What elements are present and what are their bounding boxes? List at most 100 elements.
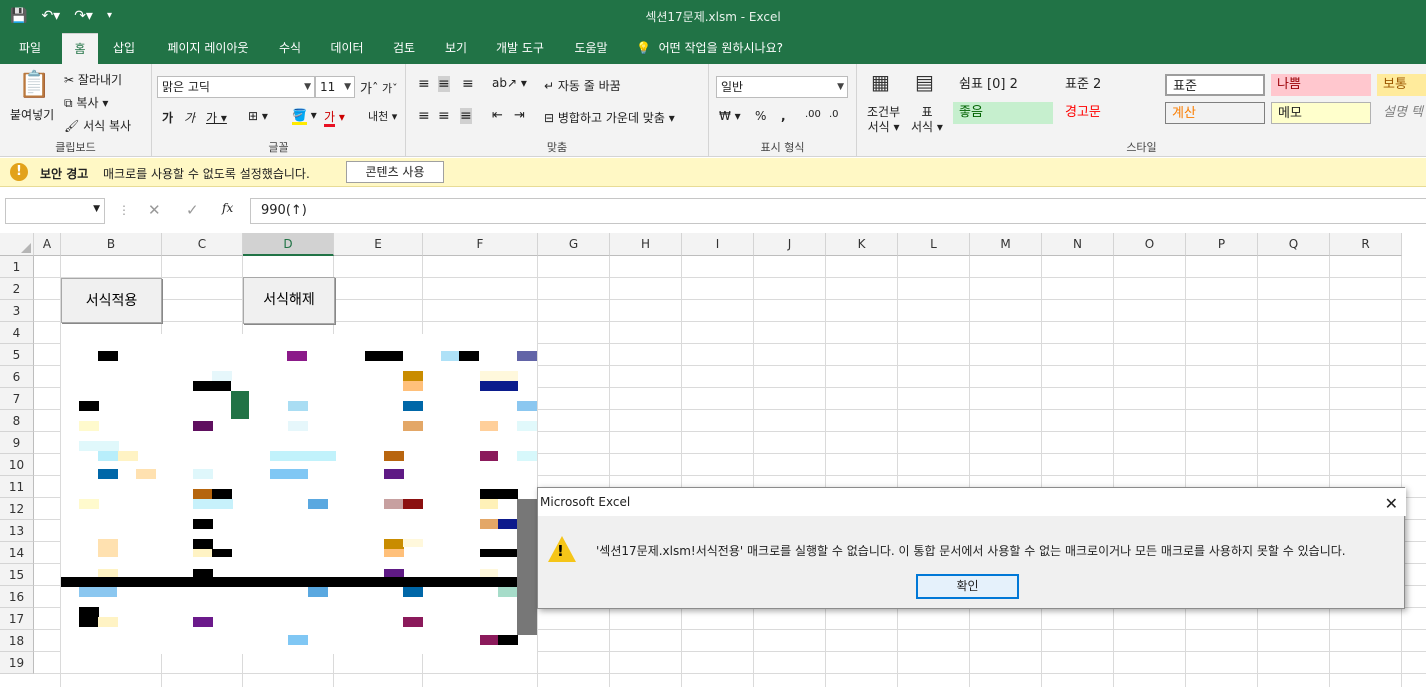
percent-icon[interactable]: % (755, 109, 766, 123)
wrap-text-button[interactable]: ↵ 자동 줄 바꿈 (544, 77, 621, 94)
formula-input[interactable]: 990(↑) (250, 198, 1426, 224)
column-header-l[interactable]: L (898, 233, 970, 256)
enable-content-button[interactable]: 콘텐츠 사용 (346, 161, 444, 183)
decrease-decimal-icon[interactable]: .0 (829, 109, 839, 120)
row-header-4[interactable]: 4 (0, 322, 34, 344)
column-header-i[interactable]: I (682, 233, 754, 256)
comma-icon[interactable]: , (781, 109, 786, 123)
worksheet-grid[interactable]: ABCDEFGHIJKLMNOPQR 1 2 3 4 5 6 7 8 9 10 11 12 13 14 15… (0, 233, 1426, 687)
format-table-button[interactable]: 표 서식 ▾ (911, 105, 943, 135)
align-bottom-icon[interactable]: ≡ (462, 76, 474, 92)
row-header-5[interactable]: 5 (0, 344, 34, 366)
row-header-6[interactable]: 6 (0, 366, 34, 388)
row-header-1[interactable]: 1 (0, 256, 34, 278)
copy-button[interactable]: ⧉ 복사 ▾ (64, 94, 108, 111)
tab-view[interactable]: 보기 (436, 33, 476, 64)
increase-decimal-icon[interactable]: .00 (805, 109, 821, 120)
fill-color-icon[interactable]: 🪣 ▾ (292, 108, 317, 125)
style-warning[interactable]: 경고문 (1059, 102, 1159, 124)
column-header-b[interactable]: B (61, 233, 162, 256)
row-header-12[interactable]: 12 (0, 498, 34, 520)
align-center-icon[interactable]: ≡ (438, 108, 450, 124)
tab-review[interactable]: 검토 (384, 33, 424, 64)
tab-file[interactable]: 파일 (8, 33, 52, 64)
column-header-f[interactable]: F (423, 233, 538, 256)
shrink-font-icon[interactable]: 가ˇ (382, 80, 398, 96)
column-header-q[interactable]: Q (1258, 233, 1330, 256)
style-explanatory[interactable]: 설명 텍 (1377, 102, 1426, 124)
row-header-13[interactable]: 13 (0, 520, 34, 542)
column-header-a[interactable]: A (34, 233, 61, 256)
row-header-16[interactable]: 16 (0, 586, 34, 608)
row-header-18[interactable]: 18 (0, 630, 34, 652)
align-right-icon[interactable]: ≡ (460, 108, 472, 124)
conditional-format-icon[interactable]: ▦ (871, 70, 890, 94)
name-box[interactable]: ▼ (5, 198, 105, 224)
insert-function-icon[interactable]: fx (222, 201, 233, 215)
tab-insert[interactable]: 삽입 (104, 33, 144, 64)
increase-indent-icon[interactable]: ⇥ (514, 108, 525, 123)
font-name-select[interactable]: 맑은 고딕 ▼ (157, 76, 315, 98)
row-header-17[interactable]: 17 (0, 608, 34, 630)
column-header-n[interactable]: N (1042, 233, 1114, 256)
style-calculation[interactable]: 계산 (1165, 102, 1265, 124)
apply-format-button[interactable]: 서식적용 (61, 278, 162, 323)
column-header-j[interactable]: J (754, 233, 826, 256)
style-normal[interactable]: 표준 (1165, 74, 1265, 96)
tab-data[interactable]: 데이터 (322, 33, 372, 64)
column-header-k[interactable]: K (826, 233, 898, 256)
column-header-r[interactable]: R (1330, 233, 1402, 256)
underline-icon[interactable]: 가 ▾ (206, 109, 227, 126)
bold-icon[interactable]: 가 (162, 109, 173, 126)
style-comma0-2[interactable]: 쉼표 [0] 2 (953, 74, 1053, 96)
row-header-8[interactable]: 8 (0, 410, 34, 432)
align-middle-icon[interactable]: ≡ (438, 76, 450, 92)
orientation-icon[interactable]: ab↗ ▾ (492, 76, 527, 90)
phonetic-icon[interactable]: 내천 ▾ (368, 108, 397, 124)
enter-icon[interactable]: ✓ (186, 201, 199, 219)
number-format-select[interactable]: 일반 ▼ (716, 76, 848, 98)
decrease-indent-icon[interactable]: ⇤ (492, 108, 503, 123)
cut-button[interactable]: ✂ 잘라내기 (64, 71, 122, 88)
row-header-2[interactable]: 2 (0, 278, 34, 300)
format-painter-button[interactable]: 🖌 서식 복사 (64, 117, 131, 134)
conditional-format-button[interactable]: 조건부 서식 ▾ (867, 105, 900, 135)
currency-icon[interactable]: ₩ ▾ (719, 109, 741, 123)
paste-icon[interactable]: 📋 (18, 70, 50, 100)
column-header-c[interactable]: C (162, 233, 243, 256)
style-note[interactable]: 메모 (1271, 102, 1371, 124)
column-header-m[interactable]: M (970, 233, 1042, 256)
merge-center-button[interactable]: ⊟ 병합하고 가운데 맞춤 ▾ (544, 109, 675, 126)
tab-home[interactable]: 홈 (62, 33, 98, 64)
align-left-icon[interactable]: ≡ (418, 108, 430, 124)
column-header-p[interactable]: P (1186, 233, 1258, 256)
font-color-icon[interactable]: 가 ▾ (324, 108, 345, 127)
column-header-d[interactable]: D (243, 233, 334, 256)
column-header-o[interactable]: O (1114, 233, 1186, 256)
column-header-e[interactable]: E (334, 233, 423, 256)
font-size-select[interactable]: 11 ▼ (315, 76, 355, 98)
row-header-9[interactable]: 9 (0, 432, 34, 454)
row-header-3[interactable]: 3 (0, 300, 34, 322)
row-header-14[interactable]: 14 (0, 542, 34, 564)
row-header-7[interactable]: 7 (0, 388, 34, 410)
tell-me-box[interactable]: 💡 어떤 작업을 원하시나요? (636, 33, 783, 64)
row-header-19[interactable]: 19 (0, 652, 34, 674)
grow-font-icon[interactable]: 가ˆ (360, 78, 378, 97)
select-all-corner[interactable] (0, 233, 34, 256)
tab-developer[interactable]: 개발 도구 (486, 33, 554, 64)
tab-help[interactable]: 도움말 (566, 33, 616, 64)
style-bad[interactable]: 나쁨 (1271, 74, 1371, 96)
ok-button[interactable]: 확인 (916, 574, 1019, 599)
column-header-g[interactable]: G (538, 233, 610, 256)
paste-button[interactable]: 붙여넣기 (10, 106, 54, 123)
border-icon[interactable]: ⊞ ▾ (248, 109, 268, 123)
cancel-icon[interactable]: ✕ (148, 201, 161, 219)
style-neutral[interactable]: 보통 (1377, 74, 1426, 96)
row-header-10[interactable]: 10 (0, 454, 34, 476)
remove-format-button[interactable]: 서식해제 (243, 277, 335, 324)
column-header-h[interactable]: H (610, 233, 682, 256)
tab-formulas[interactable]: 수식 (270, 33, 310, 64)
row-header-11[interactable]: 11 (0, 476, 34, 498)
style-good[interactable]: 좋음 (953, 102, 1053, 124)
